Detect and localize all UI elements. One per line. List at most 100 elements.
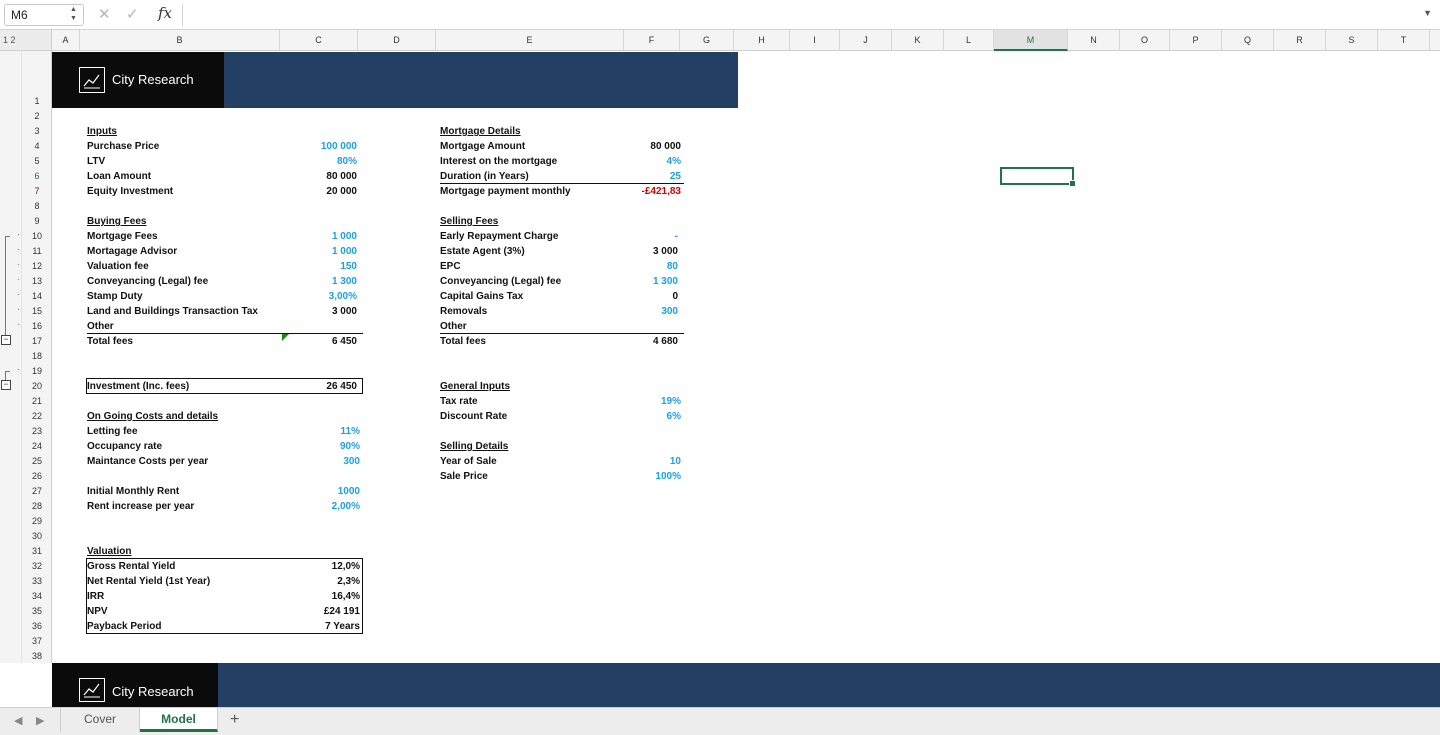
row-header-25[interactable]: 25 (22, 454, 52, 469)
row-header-19[interactable]: 19 (22, 364, 52, 379)
row-header-37[interactable]: 37 (22, 634, 52, 649)
row-header-7[interactable]: 7 (22, 184, 52, 199)
column-header-f[interactable]: F (624, 30, 680, 51)
scroll-left-icon[interactable]: ◀ (14, 714, 22, 727)
row-header-2[interactable]: 2 (22, 109, 52, 124)
ongoing-value[interactable]: 11% (250, 424, 360, 439)
row-header-33[interactable]: 33 (22, 574, 52, 589)
column-header-e[interactable]: E (436, 30, 624, 51)
row-header-6[interactable]: 6 (22, 169, 52, 184)
selling-fee-value[interactable]: - (568, 229, 678, 244)
name-box-spinner-icon[interactable]: ▲ ▼ (70, 5, 77, 23)
mortgage-value[interactable]: 25 (571, 169, 681, 184)
valuation-value[interactable]: 12,0% (250, 559, 360, 574)
column-header-r[interactable]: R (1274, 30, 1326, 51)
rent-value[interactable]: 1000 (250, 484, 360, 499)
selling-fee-value[interactable]: 3 000 (568, 244, 678, 259)
row-header-14[interactable]: 14 (22, 289, 52, 304)
row-header-12[interactable]: 12 (22, 259, 52, 274)
mortgage-value[interactable]: 4% (571, 154, 681, 169)
input-value[interactable]: 100 000 (247, 139, 357, 154)
column-header-p[interactable]: P (1170, 30, 1222, 51)
selling-fee-value[interactable] (568, 319, 678, 334)
selling-total-value[interactable]: 4 680 (572, 334, 678, 349)
row-header-36[interactable]: 36 (22, 619, 52, 634)
row-header-20[interactable]: 20 (22, 379, 52, 394)
sheet-grid[interactable]: City Research Inputs Purchase Price 100 0… (52, 51, 1440, 663)
column-header-h[interactable]: H (734, 30, 790, 51)
row-header-16[interactable]: 16 (22, 319, 52, 334)
row-header-10[interactable]: 10 (22, 229, 52, 244)
input-value[interactable]: 20 000 (247, 184, 357, 199)
general-input-value[interactable]: 19% (571, 394, 681, 409)
row-header-30[interactable]: 30 (22, 529, 52, 544)
valuation-value[interactable]: 16,4% (250, 589, 360, 604)
column-header-m[interactable]: M (994, 30, 1068, 51)
column-header-a[interactable]: A (52, 30, 80, 51)
rent-value[interactable]: 2,00% (250, 499, 360, 514)
outline-level-2[interactable]: 2 (11, 35, 16, 45)
column-header-b[interactable]: B (80, 30, 280, 51)
column-header-o[interactable]: O (1120, 30, 1170, 51)
column-header-n[interactable]: N (1068, 30, 1120, 51)
ongoing-value[interactable]: 300 (250, 454, 360, 469)
formula-input[interactable] (182, 4, 1412, 26)
column-header-c[interactable]: C (280, 30, 358, 51)
row-header-18[interactable]: 18 (22, 349, 52, 364)
buying-fee-value[interactable]: 150 (247, 259, 357, 274)
tab-cover[interactable]: Cover (60, 708, 140, 732)
investment-value[interactable]: 26 450 (252, 379, 357, 394)
row-header-13[interactable]: 13 (22, 274, 52, 289)
valuation-value[interactable]: £24 191 (250, 604, 360, 619)
valuation-value[interactable]: 2,3% (250, 574, 360, 589)
row-header-27[interactable]: 27 (22, 484, 52, 499)
row-header-31[interactable]: 31 (22, 544, 52, 559)
insert-function-icon[interactable]: fx (158, 4, 172, 22)
outline-level-buttons[interactable]: 1 2 (0, 30, 52, 51)
buying-fee-value[interactable] (247, 319, 357, 334)
buying-fee-value[interactable]: 1 000 (247, 229, 357, 244)
row-header-24[interactable]: 24 (22, 439, 52, 454)
row-header-8[interactable]: 8 (22, 199, 52, 214)
tab-model[interactable]: Model (140, 708, 218, 732)
mortgage-value[interactable]: 80 000 (571, 139, 681, 154)
row-header-15[interactable]: 15 (22, 304, 52, 319)
mortgage-value[interactable]: -£421,83 (571, 184, 681, 199)
scroll-right-icon[interactable]: ▶ (36, 714, 44, 727)
row-header-4[interactable]: 4 (22, 139, 52, 154)
buying-fee-value[interactable]: 3 000 (247, 304, 357, 319)
column-header-i[interactable]: I (790, 30, 840, 51)
row-header-26[interactable]: 26 (22, 469, 52, 484)
column-header-l[interactable]: L (944, 30, 994, 51)
column-header-k[interactable]: K (892, 30, 944, 51)
row-header-28[interactable]: 28 (22, 499, 52, 514)
row-header-21[interactable]: 21 (22, 394, 52, 409)
column-header-t[interactable]: T (1378, 30, 1430, 51)
selling-fee-value[interactable]: 80 (568, 259, 678, 274)
selling-detail-value[interactable]: 10 (571, 454, 681, 469)
checkmark-icon[interactable]: ✓ (126, 5, 139, 23)
input-value[interactable]: 80 000 (247, 169, 357, 184)
buying-total-value[interactable]: 6 450 (252, 334, 357, 349)
row-header-1[interactable]: 1 (22, 94, 52, 109)
row-header-35[interactable]: 35 (22, 604, 52, 619)
buying-fee-value[interactable]: 1 000 (247, 244, 357, 259)
row-header-29[interactable]: 29 (22, 514, 52, 529)
row-header-11[interactable]: 11 (22, 244, 52, 259)
buying-fee-value[interactable]: 1 300 (247, 274, 357, 289)
column-header-g[interactable]: G (680, 30, 734, 51)
column-header-s[interactable]: S (1326, 30, 1378, 51)
selling-fee-value[interactable]: 300 (568, 304, 678, 319)
row-header-9[interactable]: 9 (22, 214, 52, 229)
row-header-3[interactable]: 3 (22, 124, 52, 139)
row-header-17[interactable]: 17 (22, 334, 52, 349)
column-header-d[interactable]: D (358, 30, 436, 51)
ongoing-value[interactable]: 90% (250, 439, 360, 454)
chevron-down-icon[interactable]: ▼ (1423, 8, 1432, 18)
collapse-icon[interactable]: − (1, 335, 11, 345)
collapse-icon[interactable]: − (1, 380, 11, 390)
row-header-34[interactable]: 34 (22, 589, 52, 604)
outline-level-1[interactable]: 1 (3, 35, 8, 45)
row-header-22[interactable]: 22 (22, 409, 52, 424)
row-header-32[interactable]: 32 (22, 559, 52, 574)
